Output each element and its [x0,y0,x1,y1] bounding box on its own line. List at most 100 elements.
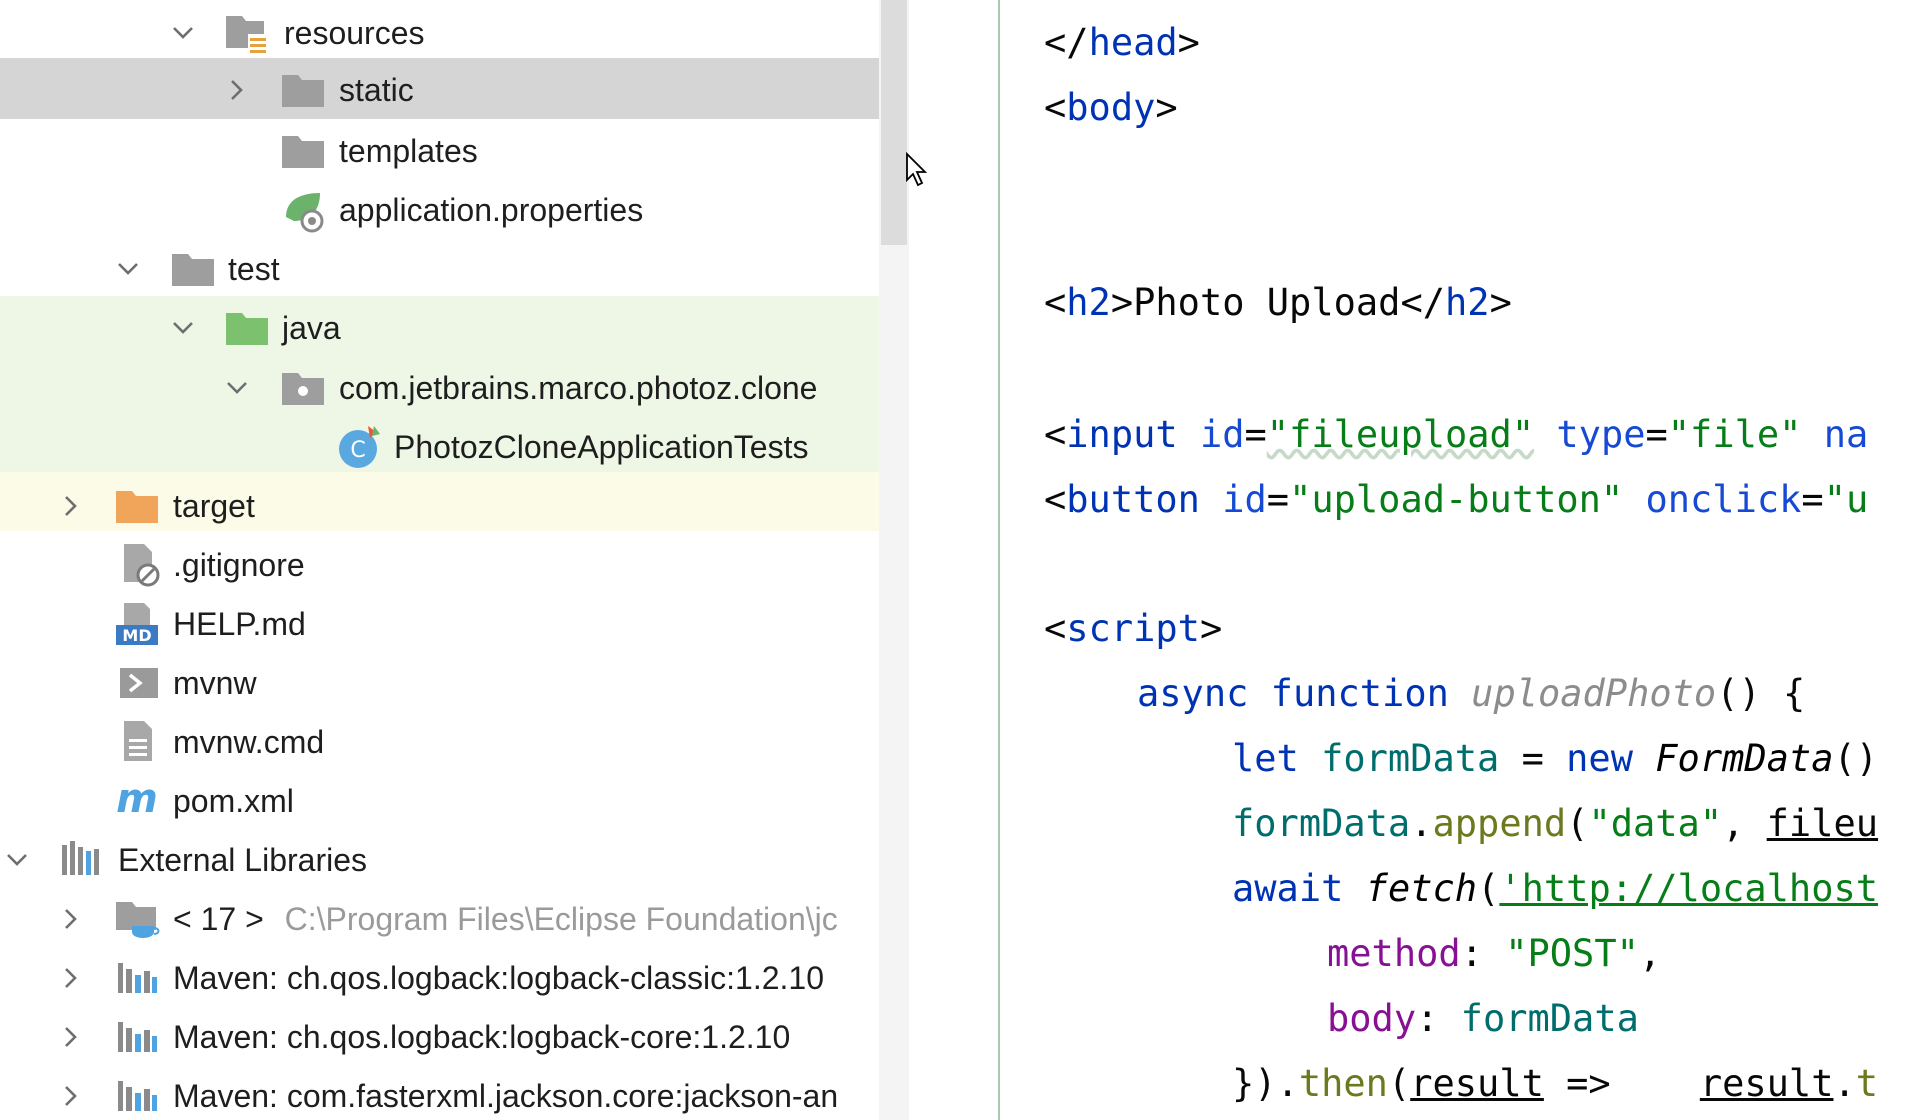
tree-item-label: External Libraries [118,842,367,878]
tree-item-label: Maven: ch.qos.logback:logback-core:1.2.1… [173,1019,791,1055]
tree-item-library[interactable]: Maven: com.fasterxml.jackson.core:jackso… [0,1067,909,1120]
code-punct: () { [1716,672,1806,715]
code-property: body [1327,997,1417,1040]
chevron-down-icon[interactable] [115,256,141,282]
tree-item-java[interactable]: java [0,299,909,358]
code-identifier: result [1699,1062,1834,1105]
tree-item-mvnw-cmd[interactable]: mvnw.cmd [0,713,909,772]
chevron-down-icon[interactable] [224,375,250,401]
code-tag: h2 [1445,281,1490,324]
mouse-cursor-icon [905,151,929,193]
tree-item-templates[interactable]: templates [0,122,909,181]
tree-item-test-class[interactable]: C PhotozCloneApplicationTests [0,418,909,477]
code-url-string: 'http://localhost [1499,867,1879,910]
shell-script-icon [118,660,164,706]
code-punct: = [1499,737,1567,780]
code-parameter: result [1410,1062,1544,1105]
code-method: then [1298,1062,1388,1105]
library-icon [114,1073,160,1119]
tree-item-label: application.properties [339,192,644,228]
jdk-version: < 17 > [173,901,264,937]
library-icon [114,955,160,1001]
code-punct: ( [1477,867,1500,910]
maven-icon: m [114,778,160,824]
tree-item-gitignore[interactable]: .gitignore [0,536,909,595]
code-tag: script [1066,607,1200,650]
tree-item-label: com.jetbrains.marco.photoz.clone [339,370,818,406]
code-method: t [1855,1062,1879,1105]
code-function-name: uploadPhoto [1471,672,1717,715]
tree-item-label: Maven: com.fasterxml.jackson.core:jackso… [173,1078,839,1114]
code-method: append [1432,802,1567,845]
code-punct: : [1416,997,1461,1040]
code-line: </head> [1044,21,1200,64]
tree-item-resources[interactable]: resources [0,4,909,63]
code-function-call: fetch [1365,867,1478,910]
tree-item-label: templates [339,133,478,169]
tree-item-library[interactable]: Maven: ch.qos.logback:logback-classic:1.… [0,949,909,1008]
library-icon [114,1014,160,1060]
chevron-right-icon[interactable] [58,965,84,991]
text-file-icon [118,719,164,765]
package-icon [280,365,326,411]
code-line: await fetch('http://localhost [1232,857,1878,921]
chevron-right-icon[interactable] [58,493,84,519]
chevron-right-icon[interactable] [58,1083,84,1109]
code-line: <button id="upload-button" onclick="u [1044,478,1869,521]
project-tree-panel[interactable]: resources static templates application.p… [0,0,909,1120]
tree-item-label: PhotozCloneApplicationTests [394,429,809,465]
tree-item-target[interactable]: target [0,477,909,536]
code-text: Photo Upload [1133,281,1401,324]
code-punct: , [1638,932,1662,975]
tree-item-application-properties[interactable]: application.properties [0,181,909,240]
tree-scrollbar-thumb[interactable] [881,0,907,245]
folder-icon [280,67,326,113]
chevron-down-icon[interactable] [170,20,196,46]
chevron-right-icon[interactable] [58,906,84,932]
code-punct: . [1833,1062,1856,1105]
code-variable: formData [1232,802,1411,845]
tree-item-jdk[interactable]: < 17 > C:\Program Files\Eclipse Foundati… [0,890,909,949]
jdk-icon [114,896,160,942]
tree-item-pom-xml[interactable]: m pom.xml [0,772,909,831]
chevron-down-icon[interactable] [4,847,30,873]
tree-item-label: resources [284,15,425,51]
code-keyword: function [1270,672,1449,715]
code-attr: id [1199,413,1245,456]
spring-properties-icon [280,187,326,233]
code-string: "upload-button" [1289,478,1624,521]
tree-item-external-libraries[interactable]: External Libraries [0,831,909,890]
tree-item-mvnw[interactable]: mvnw [0,654,909,713]
tree-item-label: .gitignore [173,547,305,583]
code-line: method: "POST", [1327,922,1661,986]
tree-item-help-md[interactable]: MD HELP.md [0,595,909,654]
tree-item-test[interactable]: test [0,240,909,299]
chevron-down-icon[interactable] [170,315,196,341]
code-punct: }). [1232,1062,1299,1105]
chevron-right-icon[interactable] [58,1024,84,1050]
code-tag: head [1088,21,1178,64]
code-attr: type [1556,413,1646,456]
code-keyword: let [1232,737,1299,780]
tree-item-label: static [339,72,414,108]
tree-item-label: Maven: ch.qos.logback:logback-classic:1.… [173,960,825,996]
code-attr: na [1823,413,1869,456]
test-class-icon: C [336,424,382,470]
code-keyword: await [1232,867,1344,910]
code-line: formData.append("data", fileu [1232,792,1878,856]
code-variable: formData [1321,737,1500,780]
jdk-path: C:\Program Files\Eclipse Foundation\jc [284,901,838,937]
code-punct: ( [1566,802,1589,845]
tree-item-label: HELP.md [173,606,306,642]
code-variable: formData [1460,997,1639,1040]
tree-item-library[interactable]: Maven: ch.qos.logback:logback-core:1.2.1… [0,1008,909,1067]
tree-item-static[interactable]: static [0,61,909,120]
svg-text:m: m [116,778,158,822]
code-punct: ( [1387,1062,1411,1105]
tree-item-label: java [282,310,341,346]
tree-item-label: mvnw.cmd [173,724,325,760]
tree-item-package[interactable]: com.jetbrains.marco.photoz.clone [0,359,909,418]
code-punct: => [1543,1062,1700,1105]
chevron-right-icon[interactable] [224,77,250,103]
code-line: <h2>Photo Upload</h2> [1044,281,1512,324]
